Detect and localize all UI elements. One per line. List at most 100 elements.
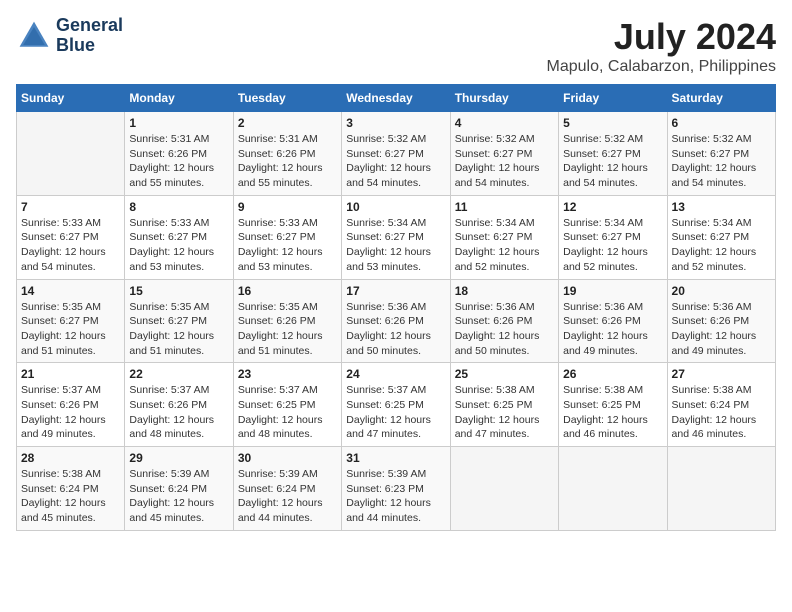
day-info: Sunrise: 5:34 AM Sunset: 6:27 PM Dayligh… <box>563 216 662 275</box>
day-header-thursday: Thursday <box>450 85 558 112</box>
day-info: Sunrise: 5:35 AM Sunset: 6:26 PM Dayligh… <box>238 300 337 359</box>
day-header-wednesday: Wednesday <box>342 85 450 112</box>
day-info: Sunrise: 5:39 AM Sunset: 6:23 PM Dayligh… <box>346 467 445 526</box>
day-number: 9 <box>238 200 337 214</box>
day-number: 3 <box>346 116 445 130</box>
calendar-cell: 13 Sunrise: 5:34 AM Sunset: 6:27 PM Dayli… <box>667 195 775 279</box>
calendar-cell: 2Sunrise: 5:31 AM Sunset: 6:26 PM Daylig… <box>233 112 341 196</box>
day-number: 18 <box>455 284 554 298</box>
day-number: 30 <box>238 451 337 465</box>
calendar-cell: 11Sunrise: 5:34 AM Sunset: 6:27 PM Dayli… <box>450 195 558 279</box>
calendar-cell: 28 Sunrise: 5:38 AM Sunset: 6:24 PM Dayli… <box>17 447 125 531</box>
calendar-cell: 21Sunrise: 5:37 AM Sunset: 6:26 PM Dayli… <box>17 363 125 447</box>
day-number: 19 <box>563 284 662 298</box>
day-info: Sunrise: 5:31 AM Sunset: 6:26 PM Dayligh… <box>129 132 228 191</box>
calendar-cell: 5 Sunrise: 5:32 AM Sunset: 6:27 PM Daylig… <box>559 112 667 196</box>
week-row-1: 1Sunrise: 5:31 AM Sunset: 6:26 PM Daylig… <box>17 112 776 196</box>
day-info: Sunrise: 5:35 AM Sunset: 6:27 PM Dayligh… <box>129 300 228 359</box>
calendar-cell: 24 Sunrise: 5:37 AM Sunset: 6:25 PM Dayli… <box>342 363 450 447</box>
day-info: Sunrise: 5:32 AM Sunset: 6:27 PM Dayligh… <box>346 132 445 191</box>
calendar-cell: 17Sunrise: 5:36 AM Sunset: 6:26 PM Dayli… <box>342 279 450 363</box>
day-number: 23 <box>238 367 337 381</box>
calendar-cell: 9 Sunrise: 5:33 AM Sunset: 6:27 PM Daylig… <box>233 195 341 279</box>
day-info: Sunrise: 5:37 AM Sunset: 6:26 PM Dayligh… <box>129 383 228 442</box>
calendar-cell: 25 Sunrise: 5:38 AM Sunset: 6:25 PM Dayli… <box>450 363 558 447</box>
calendar-cell: 22Sunrise: 5:37 AM Sunset: 6:26 PM Dayli… <box>125 363 233 447</box>
day-number: 12 <box>563 200 662 214</box>
calendar-cell: 18 Sunrise: 5:36 AM Sunset: 6:26 PM Dayli… <box>450 279 558 363</box>
calendar-cell <box>559 447 667 531</box>
day-info: Sunrise: 5:36 AM Sunset: 6:26 PM Dayligh… <box>672 300 771 359</box>
day-number: 4 <box>455 116 554 130</box>
header-row: SundayMondayTuesdayWednesdayThursdayFrid… <box>17 85 776 112</box>
day-info: Sunrise: 5:39 AM Sunset: 6:24 PM Dayligh… <box>129 467 228 526</box>
calendar-cell: 1Sunrise: 5:31 AM Sunset: 6:26 PM Daylig… <box>125 112 233 196</box>
logo-text: General Blue <box>56 16 123 56</box>
week-row-3: 14Sunrise: 5:35 AM Sunset: 6:27 PM Dayli… <box>17 279 776 363</box>
day-header-saturday: Saturday <box>667 85 775 112</box>
week-row-5: 28 Sunrise: 5:38 AM Sunset: 6:24 PM Dayli… <box>17 447 776 531</box>
day-header-friday: Friday <box>559 85 667 112</box>
calendar-cell: 27 Sunrise: 5:38 AM Sunset: 6:24 PM Dayli… <box>667 363 775 447</box>
calendar-cell: 4 Sunrise: 5:32 AM Sunset: 6:27 PM Daylig… <box>450 112 558 196</box>
day-info: Sunrise: 5:39 AM Sunset: 6:24 PM Dayligh… <box>238 467 337 526</box>
calendar-cell: 16 Sunrise: 5:35 AM Sunset: 6:26 PM Dayli… <box>233 279 341 363</box>
calendar-cell: 3 Sunrise: 5:32 AM Sunset: 6:27 PM Daylig… <box>342 112 450 196</box>
day-number: 10 <box>346 200 445 214</box>
day-info: Sunrise: 5:33 AM Sunset: 6:27 PM Dayligh… <box>238 216 337 275</box>
calendar-cell: 31Sunrise: 5:39 AM Sunset: 6:23 PM Dayli… <box>342 447 450 531</box>
day-info: Sunrise: 5:32 AM Sunset: 6:27 PM Dayligh… <box>563 132 662 191</box>
day-info: Sunrise: 5:37 AM Sunset: 6:25 PM Dayligh… <box>346 383 445 442</box>
day-number: 13 <box>672 200 771 214</box>
main-title: July 2024 <box>547 16 776 58</box>
day-number: 8 <box>129 200 228 214</box>
calendar-cell: 20 Sunrise: 5:36 AM Sunset: 6:26 PM Dayli… <box>667 279 775 363</box>
day-header-sunday: Sunday <box>17 85 125 112</box>
day-number: 7 <box>21 200 120 214</box>
day-info: Sunrise: 5:36 AM Sunset: 6:26 PM Dayligh… <box>563 300 662 359</box>
calendar-cell <box>17 112 125 196</box>
day-info: Sunrise: 5:36 AM Sunset: 6:26 PM Dayligh… <box>455 300 554 359</box>
calendar-cell: 29 Sunrise: 5:39 AM Sunset: 6:24 PM Dayli… <box>125 447 233 531</box>
day-info: Sunrise: 5:32 AM Sunset: 6:27 PM Dayligh… <box>455 132 554 191</box>
day-info: Sunrise: 5:38 AM Sunset: 6:25 PM Dayligh… <box>455 383 554 442</box>
day-info: Sunrise: 5:37 AM Sunset: 6:25 PM Dayligh… <box>238 383 337 442</box>
day-info: Sunrise: 5:33 AM Sunset: 6:27 PM Dayligh… <box>21 216 120 275</box>
calendar-cell: 7 Sunrise: 5:33 AM Sunset: 6:27 PM Daylig… <box>17 195 125 279</box>
day-info: Sunrise: 5:34 AM Sunset: 6:27 PM Dayligh… <box>346 216 445 275</box>
day-info: Sunrise: 5:34 AM Sunset: 6:27 PM Dayligh… <box>455 216 554 275</box>
day-info: Sunrise: 5:38 AM Sunset: 6:24 PM Dayligh… <box>21 467 120 526</box>
day-header-tuesday: Tuesday <box>233 85 341 112</box>
day-info: Sunrise: 5:37 AM Sunset: 6:26 PM Dayligh… <box>21 383 120 442</box>
day-info: Sunrise: 5:38 AM Sunset: 6:25 PM Dayligh… <box>563 383 662 442</box>
day-number: 27 <box>672 367 771 381</box>
day-info: Sunrise: 5:32 AM Sunset: 6:27 PM Dayligh… <box>672 132 771 191</box>
day-info: Sunrise: 5:33 AM Sunset: 6:27 PM Dayligh… <box>129 216 228 275</box>
day-number: 20 <box>672 284 771 298</box>
calendar-cell: 8 Sunrise: 5:33 AM Sunset: 6:27 PM Daylig… <box>125 195 233 279</box>
header: General Blue July 2024 Mapulo, Calabarzo… <box>16 16 776 76</box>
calendar-cell <box>450 447 558 531</box>
subtitle: Mapulo, Calabarzon, Philippines <box>547 58 776 76</box>
day-info: Sunrise: 5:34 AM Sunset: 6:27 PM Dayligh… <box>672 216 771 275</box>
day-number: 25 <box>455 367 554 381</box>
day-number: 15 <box>129 284 228 298</box>
day-number: 2 <box>238 116 337 130</box>
day-number: 5 <box>563 116 662 130</box>
calendar-cell: 6 Sunrise: 5:32 AM Sunset: 6:27 PM Daylig… <box>667 112 775 196</box>
calendar-cell: 30 Sunrise: 5:39 AM Sunset: 6:24 PM Dayli… <box>233 447 341 531</box>
day-number: 16 <box>238 284 337 298</box>
day-info: Sunrise: 5:35 AM Sunset: 6:27 PM Dayligh… <box>21 300 120 359</box>
calendar-cell: 23 Sunrise: 5:37 AM Sunset: 6:25 PM Dayli… <box>233 363 341 447</box>
week-row-4: 21Sunrise: 5:37 AM Sunset: 6:26 PM Dayli… <box>17 363 776 447</box>
day-number: 6 <box>672 116 771 130</box>
day-number: 17 <box>346 284 445 298</box>
day-number: 28 <box>21 451 120 465</box>
calendar-cell: 14Sunrise: 5:35 AM Sunset: 6:27 PM Dayli… <box>17 279 125 363</box>
day-info: Sunrise: 5:38 AM Sunset: 6:24 PM Dayligh… <box>672 383 771 442</box>
calendar-cell: 19 Sunrise: 5:36 AM Sunset: 6:26 PM Dayli… <box>559 279 667 363</box>
day-number: 29 <box>129 451 228 465</box>
day-number: 24 <box>346 367 445 381</box>
title-area: July 2024 Mapulo, Calabarzon, Philippine… <box>547 16 776 76</box>
calendar-cell: 15 Sunrise: 5:35 AM Sunset: 6:27 PM Dayli… <box>125 279 233 363</box>
